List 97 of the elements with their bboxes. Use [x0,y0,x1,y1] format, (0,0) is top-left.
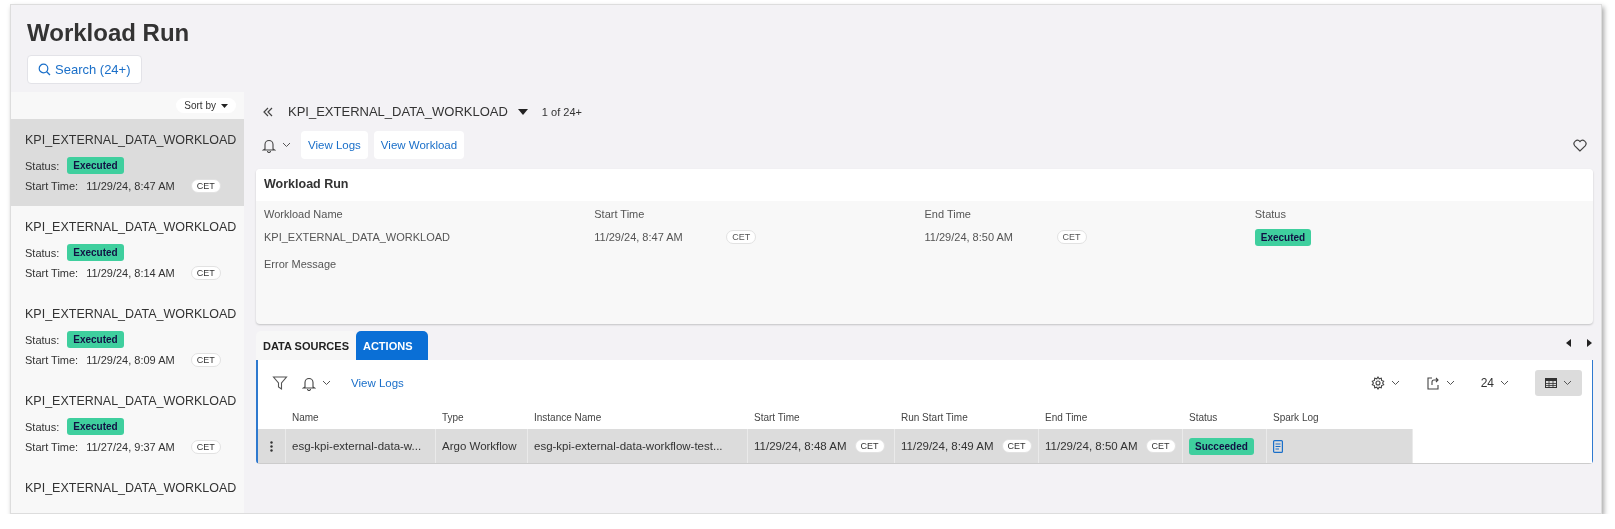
card-title: Workload Run [256,169,1593,201]
export-icon [1425,376,1440,390]
record-position: 1 of 24+ [541,105,582,118]
bell-icon [302,375,316,391]
timezone-badge: CET [854,439,885,453]
favorite-icon[interactable] [1573,138,1587,152]
table-icon [1545,378,1557,388]
start-time-label: Start Time: [25,354,79,366]
timezone-badge: CET [190,440,221,454]
chevron-down-icon [1445,380,1455,386]
chevron-down-icon [1500,380,1509,386]
status-badge: Executed [67,331,124,348]
start-time: 11/29/24, 8:14 AM [86,267,175,279]
caret-icon [517,108,528,115]
column-header: Status [1189,412,1218,423]
workload-list-item[interactable]: KPI_EXTERNAL_DATA_WORKLOAD Status: Executed Start Time: 11/27/24, 9:37 AM CET [11,380,244,467]
view-dropdown[interactable] [1535,370,1582,396]
table-cell: 11/29/24, 8:49 AM [901,440,994,452]
chevron-down-icon [282,142,291,148]
table-row[interactable]: esg-kpi-external-data-w... Argo Workflow esg-kpi-external-data-workflow-test... 11/29/24, 8:48 AM CET 11/29/24, 8:49 AM CET 11/29/24, 8:50 AM CET Succeeded [258,429,1592,463]
sort-button[interactable]: Sort by [176,98,236,113]
timezone-badge: CET [1145,439,1176,453]
collapse-icon[interactable] [262,105,274,118]
workload-name: KPI_EXTERNAL_DATA_WORKLOAD [25,306,237,322]
column-header: End Time [1045,412,1088,423]
timezone-badge: CET [190,179,221,193]
tab[interactable]: DATA SOURCES [256,331,356,360]
column-header: Type [442,412,464,423]
chevron-down-icon [322,380,331,386]
start-time-label: Start Time: [25,441,79,453]
workload-dropdown[interactable]: KPI_EXTERNAL_DATA_WORKLOAD [284,104,532,119]
start-time-label: Start Time: [25,180,79,192]
search-icon [38,63,51,76]
chevron-down-icon [1390,380,1400,386]
page-title: Workload Run [27,19,190,47]
table-cell: 11/29/24, 8:50 AM [1045,440,1138,452]
timezone-badge: CET [1001,439,1032,453]
page-size-dropdown[interactable]: 24 [1480,376,1509,390]
tab[interactable]: ACTIONS [355,331,428,360]
workload-name: KPI_EXTERNAL_DATA_WORKLOAD [25,219,237,235]
column-header: Start Time [754,412,800,423]
scroll-right-icon[interactable] [1585,338,1593,348]
start-time-label: Start Time: [25,267,79,279]
export-dropdown[interactable] [1425,376,1455,390]
notification-dropdown[interactable] [302,375,331,391]
notification-dropdown[interactable] [262,137,291,153]
column-header: Spark Log [1273,412,1319,423]
search-button[interactable]: Search (24+) [27,55,142,84]
status-badge: Executed [67,157,124,174]
field-label: Start Time [594,208,646,220]
field-label: Status [1254,208,1287,220]
status-badge: Executed [1254,228,1312,246]
start-time: 11/29/24, 8:09 AM [86,354,175,366]
row-menu-icon[interactable] [270,440,273,452]
field-label: Error Message [264,258,338,270]
settings-dropdown[interactable] [1370,376,1400,390]
timezone-badge: CET [726,230,757,244]
column-header: Instance Name [534,412,602,423]
action-button[interactable]: View Workload [373,131,465,159]
filter-icon[interactable] [272,375,288,391]
status-badge: Executed [67,244,124,261]
workload-name: KPI_EXTERNAL_DATA_WORKLOAD [25,132,237,148]
timezone-badge: CET [190,266,221,280]
caret-icon [221,103,228,108]
column-header: Run Start Time [901,412,968,423]
document-icon[interactable] [1273,439,1283,453]
workload-list-item[interactable]: KPI_EXTERNAL_DATA_WORKLOAD Status: Executed Start Time: 11/29/24, 8:14 AM CET [11,206,244,293]
table-cell: Argo Workflow [442,440,517,452]
start-time: 11/29/24, 8:47 AM [86,180,175,192]
status-label: Status: [25,246,60,259]
status-badge: Executed [67,418,124,435]
field-label: Workload Name [264,208,344,220]
timezone-badge: CET [190,353,221,367]
column-header: Name [292,412,319,423]
workload-name: KPI_EXTERNAL_DATA_WORKLOAD [25,393,237,409]
timezone-badge: CET [1056,230,1087,244]
table-cell: esg-kpi-external-data-w... [292,440,422,452]
settings-icon [1370,376,1385,390]
workload-list-item[interactable]: KPI_EXTERNAL_DATA_WORKLOAD Status: Executed Start Time: 11/29/24, 8:09 AM CET [11,293,244,380]
field-label: End Time [924,208,972,220]
field-value: 11/29/24, 8:47 AM [594,231,684,243]
chevron-down-icon [1563,380,1572,386]
field-value: KPI_EXTERNAL_DATA_WORKLOAD [264,231,451,243]
status-badge: Succeeded [1189,437,1254,455]
workload-list-item[interactable]: KPI_EXTERNAL_DATA_WORKLOAD Status: Executed Start Time: 11/29/24, 8:47 AM CET [11,119,244,206]
action-button[interactable]: View Logs [301,131,368,159]
start-time: 11/27/24, 9:37 AM [86,441,175,453]
status-label: Status: [25,159,60,172]
table-cell: 11/29/24, 8:48 AM [754,440,847,452]
workload-name: KPI_EXTERNAL_DATA_WORKLOAD [25,480,237,496]
status-label: Status: [25,333,60,346]
status-label: Status: [25,420,60,433]
table-cell: esg-kpi-external-data-workflow-test... [534,440,723,452]
scroll-left-icon[interactable] [1565,338,1573,348]
field-value: 11/29/24, 8:50 AM [924,231,1014,243]
workload-list-item[interactable]: KPI_EXTERNAL_DATA_WORKLOAD [11,467,244,513]
bell-icon [262,137,276,153]
